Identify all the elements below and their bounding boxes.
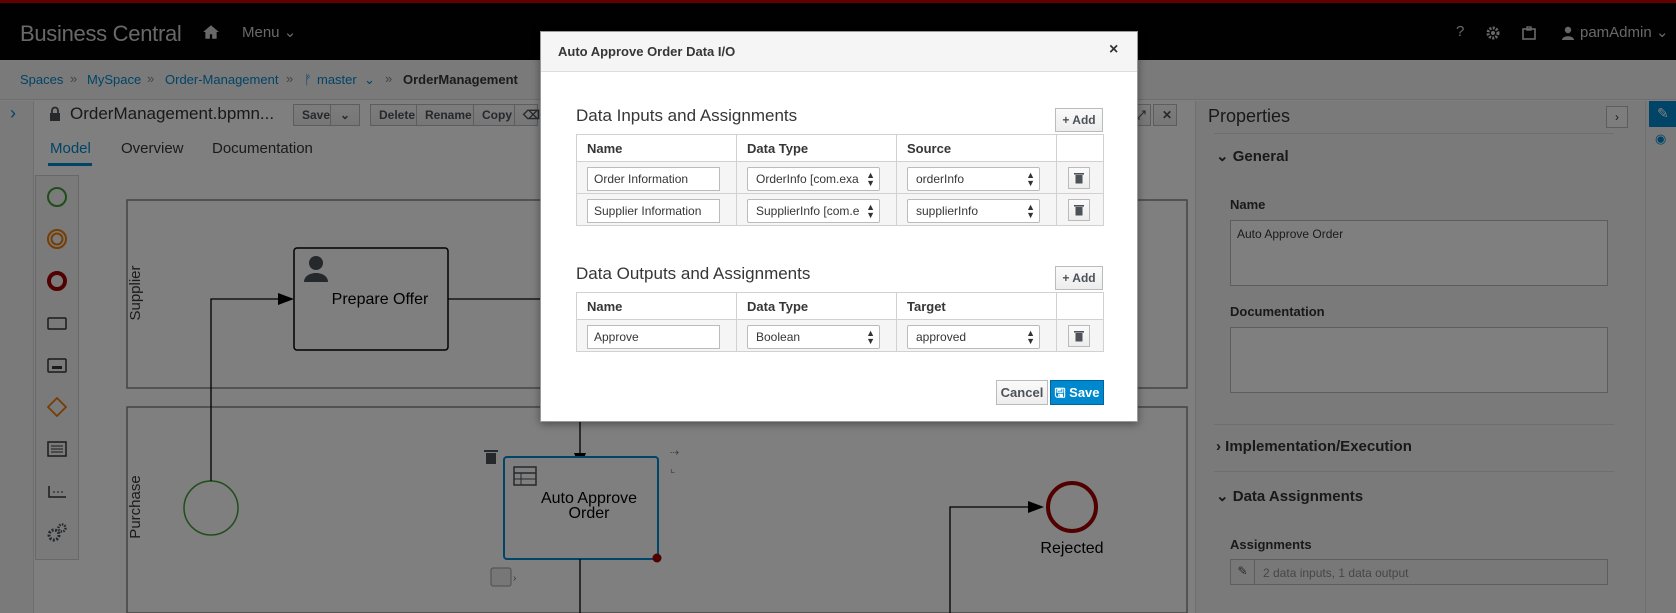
delete-row-button[interactable] <box>1068 325 1090 347</box>
output-name-field[interactable]: Approve <box>587 325 720 349</box>
selected-value: approved <box>916 330 967 344</box>
delete-row-button[interactable] <box>1068 167 1090 189</box>
plus-icon: + <box>1062 271 1070 285</box>
input-name-field[interactable]: Supplier Information <box>587 199 720 223</box>
input-name-field[interactable]: Order Information <box>587 167 720 191</box>
select-arrows-icon: ▲ ▼ <box>1026 328 1035 346</box>
outputs-title: Data Outputs and Assignments <box>576 264 811 283</box>
column-header: Name <box>577 135 737 161</box>
selected-value: Boolean <box>756 330 801 344</box>
cancel-button[interactable]: Cancel <box>996 380 1048 405</box>
input-type-select[interactable]: SupplierInfo [com.e ▲ ▼ <box>747 199 880 223</box>
select-arrows-icon: ▲ ▼ <box>1026 202 1035 220</box>
delete-row-button[interactable] <box>1068 199 1090 221</box>
add-output-label: Add <box>1072 271 1096 285</box>
save-dialog-button[interactable]: 🖫 Save <box>1050 380 1104 405</box>
selected-value: SupplierInfo [com.e <box>756 204 860 218</box>
input-type-select[interactable]: OrderInfo [com.exa ▲ ▼ <box>747 167 880 191</box>
column-header: Data Type <box>737 293 897 319</box>
selected-value: supplierInfo <box>916 204 979 218</box>
inputs-table: Name Data Type Source Order Information … <box>576 134 1104 226</box>
input-source-select[interactable]: orderInfo ▲ ▼ <box>907 167 1040 191</box>
output-target-select[interactable]: approved ▲ ▼ <box>907 325 1040 349</box>
column-header: Name <box>577 293 737 319</box>
floppy-icon: 🖫 <box>1054 385 1066 400</box>
select-arrows-icon: ▲ ▼ <box>866 202 875 220</box>
table-row: Approve Boolean ▲ ▼ approved ▲ ▼ <box>577 319 1103 352</box>
outputs-table: Name Data Type Target Approve Boolean ▲ ▼ … <box>576 292 1104 352</box>
add-input-button[interactable]: + Add <box>1055 108 1103 132</box>
trash-icon <box>1074 331 1084 342</box>
table-row: Order Information OrderInfo [com.exa ▲ ▼ o… <box>577 161 1103 194</box>
selected-value: orderInfo <box>916 172 965 186</box>
add-output-button[interactable]: + Add <box>1055 266 1103 290</box>
plus-icon: + <box>1062 113 1070 127</box>
output-type-select[interactable]: Boolean ▲ ▼ <box>747 325 880 349</box>
table-row: Supplier Information SupplierInfo [com.e… <box>577 193 1103 226</box>
save-label: Save <box>1069 385 1100 400</box>
column-header: Source <box>897 135 1057 161</box>
add-input-label: Add <box>1072 113 1096 127</box>
dialog-title: Auto Approve Order Data I/O <box>558 44 736 59</box>
selected-value: OrderInfo [com.exa <box>756 172 859 186</box>
trash-icon <box>1074 205 1084 216</box>
input-source-select[interactable]: supplierInfo ▲ ▼ <box>907 199 1040 223</box>
trash-icon <box>1074 173 1084 184</box>
column-header: Data Type <box>737 135 897 161</box>
select-arrows-icon: ▲ ▼ <box>866 328 875 346</box>
inputs-title: Data Inputs and Assignments <box>576 106 798 125</box>
select-arrows-icon: ▲ ▼ <box>1026 170 1035 188</box>
data-io-dialog: Auto Approve Order Data I/O × Data Input… <box>540 31 1138 422</box>
column-header: Target <box>897 293 1057 319</box>
select-arrows-icon: ▲ ▼ <box>866 170 875 188</box>
dialog-header: Auto Approve Order Data I/O × <box>541 32 1137 72</box>
close-icon[interactable]: × <box>1109 41 1118 59</box>
